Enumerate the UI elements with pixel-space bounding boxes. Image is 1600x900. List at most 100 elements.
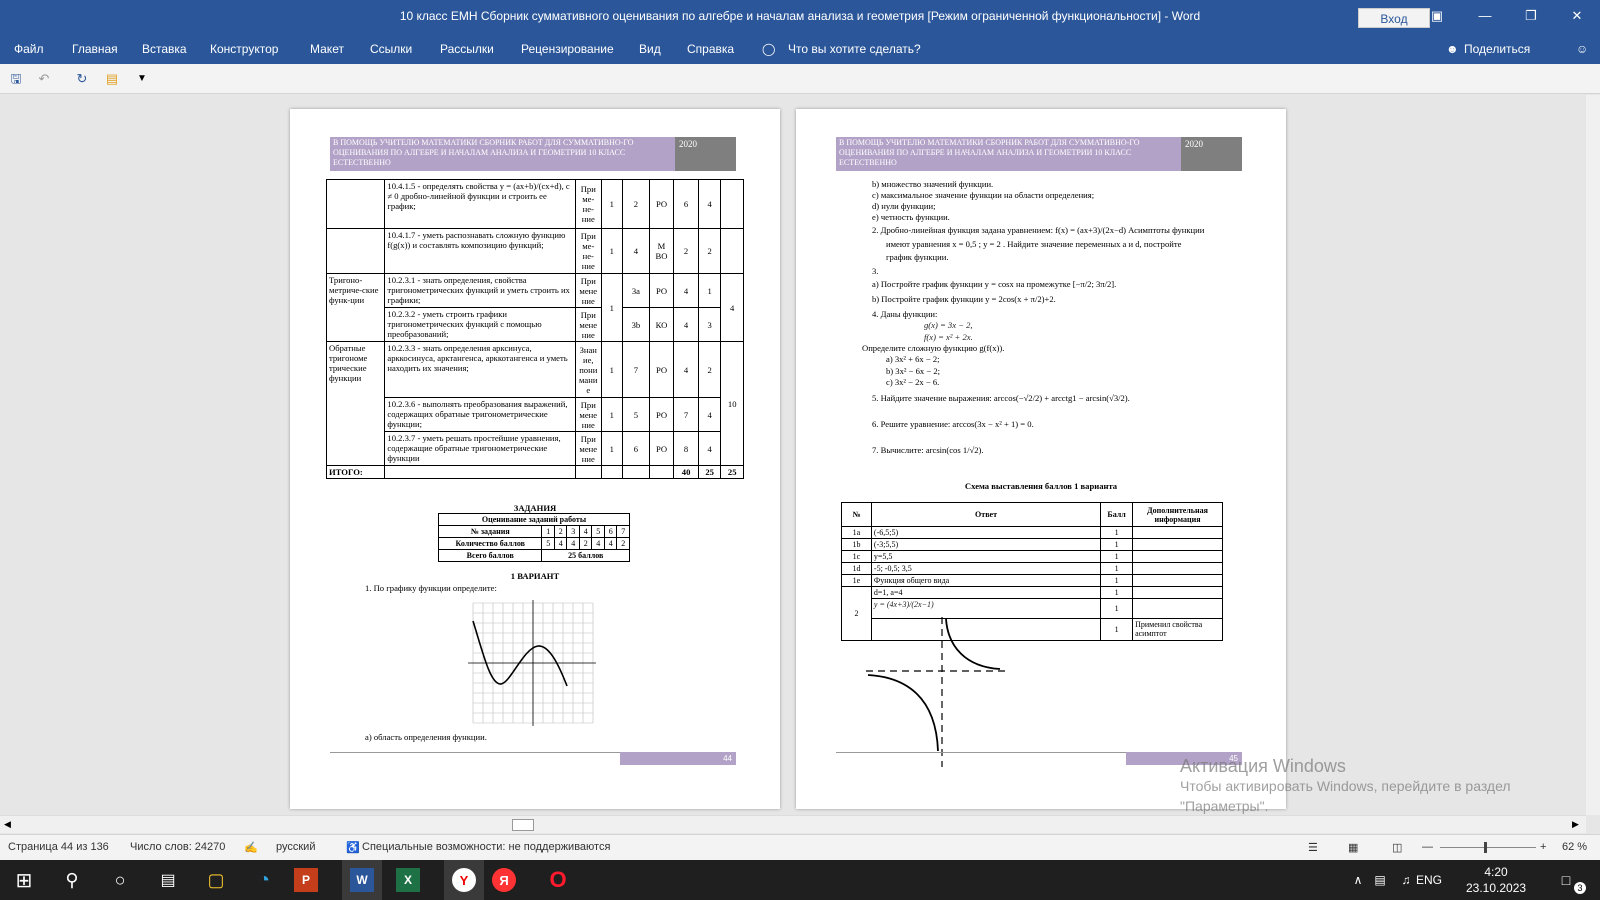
tab-help[interactable]: Справка <box>687 42 734 56</box>
spec-total: 3 <box>697 307 722 342</box>
table-row: 10.4.1.5 - определять свойства y = (ax+b… <box>325 179 744 229</box>
question-3a: a) Постройте график функции y = cosx на … <box>872 279 1117 289</box>
zoom-in-icon[interactable]: + <box>1540 841 1546 853</box>
vertical-scrollbar[interactable] <box>1586 95 1600 815</box>
column-header: Балл <box>1100 502 1134 527</box>
tab-mailings[interactable]: Рассылки <box>440 42 494 56</box>
zoom-thumb[interactable] <box>1484 842 1487 853</box>
table-row: № задания 1 2 3 4 5 6 7 <box>437 525 630 538</box>
customize-qat-icon[interactable]: ▼ <box>132 70 152 88</box>
input-language[interactable]: ENG <box>1416 873 1442 887</box>
scheme-score: 1 <box>1100 538 1134 551</box>
search-icon[interactable]: ⚲ <box>54 864 90 896</box>
tab-file[interactable]: Файл <box>14 42 44 56</box>
yandex-browser-slot[interactable]: Y <box>444 860 484 900</box>
yandex-icon[interactable]: Я <box>492 868 516 892</box>
proofing-icon[interactable]: ✍ <box>244 841 258 854</box>
zoom-slider[interactable] <box>1440 847 1536 848</box>
save-icon[interactable]: 🖫 <box>6 70 26 88</box>
ribbon-smile-icon[interactable]: ☺ <box>1576 42 1588 56</box>
table-row: 1c y=5,5 1 <box>841 550 1223 563</box>
scheme-score: 1 <box>1100 598 1134 619</box>
file-explorer-icon[interactable]: ▢ <box>198 864 234 896</box>
page-number: 44 <box>620 752 736 765</box>
accessibility-icon: ♿ <box>346 842 360 854</box>
question-1: 1. По графику функции определите: <box>365 583 497 593</box>
grading-row-label: Всего баллов <box>437 549 543 562</box>
tab-home[interactable]: Главная <box>72 42 118 56</box>
question-4-task: Определите сложную функцию g(f(x)). <box>862 343 1005 353</box>
scheme-score: 1 <box>1100 526 1134 539</box>
excel-icon[interactable]: X <box>396 868 420 892</box>
read-mode-icon[interactable]: ☰ <box>1308 841 1318 854</box>
ribbon-display-icon[interactable]: ▣ <box>1414 0 1460 34</box>
restore-icon[interactable]: ❐ <box>1508 0 1554 34</box>
ribbon-tabs: Файл Главная Вставка Конструктор Макет С… <box>0 34 1600 64</box>
table-row: 10.2.3.2 - уметь строить графики тригоно… <box>327 307 744 342</box>
tab-layout[interactable]: Макет <box>310 42 344 56</box>
page-count[interactable]: Страница 44 из 136 <box>8 841 109 853</box>
print-layout-icon[interactable]: ▦ <box>1348 841 1358 854</box>
tell-me-search[interactable]: Что вы хотите сделать? <box>788 42 921 56</box>
word-count[interactable]: Число слов: 24270 <box>130 841 225 853</box>
spec-score: 6 <box>673 179 699 229</box>
grading-cell: 5 <box>541 537 555 550</box>
clock-time[interactable]: 4:20 <box>1466 865 1526 879</box>
table-row: 10.2.3.6 - выполнять преобразования выра… <box>327 397 744 432</box>
scheme-score: 1 <box>1100 586 1134 599</box>
spec-topic: Обратные тригономе трические функции <box>325 341 386 466</box>
word-icon: W <box>350 868 374 892</box>
text-line: e) четность функции. <box>872 212 950 222</box>
redo-icon[interactable]: ↻ <box>72 70 92 88</box>
spec-task: 3a <box>622 273 650 308</box>
opera-icon[interactable]: O <box>540 864 576 896</box>
page-header: В ПОМОЩЬ УЧИТЕЛЮ МАТЕМАТИКИ СБОРНИК РАБО… <box>836 137 1181 171</box>
undo-icon[interactable]: ↶ <box>34 70 54 88</box>
windows-start-icon[interactable]: ⊞ <box>6 864 42 896</box>
table-row: 10.2.3.7 - уметь решать простейшие уравн… <box>327 431 744 466</box>
web-layout-icon[interactable]: ◫ <box>1392 841 1402 854</box>
tab-review[interactable]: Рецензирование <box>521 42 614 56</box>
spec-level: При ме- не- ние <box>574 179 602 229</box>
scheme-info <box>1132 550 1223 563</box>
grading-cell: 2 <box>616 537 630 550</box>
scheme-answer: y = (4x+3)/(2x−1) <box>870 598 1102 619</box>
scroll-right-icon[interactable]: ▶ <box>1572 819 1579 830</box>
share-button[interactable]: Поделиться <box>1464 42 1530 56</box>
question-5: 5. Найдите значение выражения: arccos(−√… <box>872 393 1130 403</box>
close-icon[interactable]: ✕ <box>1554 0 1600 34</box>
zoom-out-icon[interactable]: — <box>1422 841 1433 853</box>
tab-insert[interactable]: Вставка <box>142 42 187 56</box>
table-row: y = (4x+3)/(2x−1) 1 <box>842 598 1223 619</box>
tab-design[interactable]: Конструктор <box>210 42 278 56</box>
word-taskbar-slot[interactable]: W <box>342 860 382 900</box>
scroll-left-icon[interactable]: ◀ <box>4 819 11 830</box>
clock-date[interactable]: 23.10.2023 <box>1466 881 1526 895</box>
horizontal-scrollbar[interactable]: ◀ ▶ <box>0 815 1586 833</box>
table-row: № Ответ Балл Дополнительная информация <box>841 502 1223 527</box>
powerpoint-icon[interactable]: P <box>294 868 318 892</box>
scheme-score: 1 <box>1100 574 1134 587</box>
spec-task: 3b <box>622 307 650 342</box>
spec-goal: 10.2.3.3 - знать определения арксинуса, … <box>384 341 576 398</box>
open-folder-icon[interactable]: ▤ <box>102 70 122 88</box>
grading-cell: 6 <box>603 525 618 538</box>
spec-level: При мене ние <box>574 307 602 342</box>
edge-icon[interactable]: ◔ <box>246 864 282 896</box>
cortana-icon[interactable]: ○ <box>102 864 138 896</box>
task-view-icon[interactable]: ▤ <box>150 864 186 896</box>
accessibility-status[interactable]: Специальные возможности: не поддерживают… <box>362 841 610 853</box>
zoom-level[interactable]: 62 % <box>1562 841 1587 853</box>
language-indicator[interactable]: русский <box>276 841 315 853</box>
scroll-thumb[interactable] <box>512 819 534 831</box>
minimize-icon[interactable]: — <box>1462 0 1508 34</box>
grading-cell: 4 <box>603 537 618 550</box>
spec-score: 4 <box>673 341 699 398</box>
tab-view[interactable]: Вид <box>639 42 661 56</box>
spec-score: 7 <box>673 397 699 432</box>
group-total: 4 <box>720 273 744 342</box>
tab-references[interactable]: Ссылки <box>370 42 412 56</box>
spec-task: 2 <box>622 179 650 229</box>
spec-goal: 10.2.3.7 - уметь решать простейшие уравн… <box>384 431 576 466</box>
hyperbola-graph <box>866 617 1006 767</box>
